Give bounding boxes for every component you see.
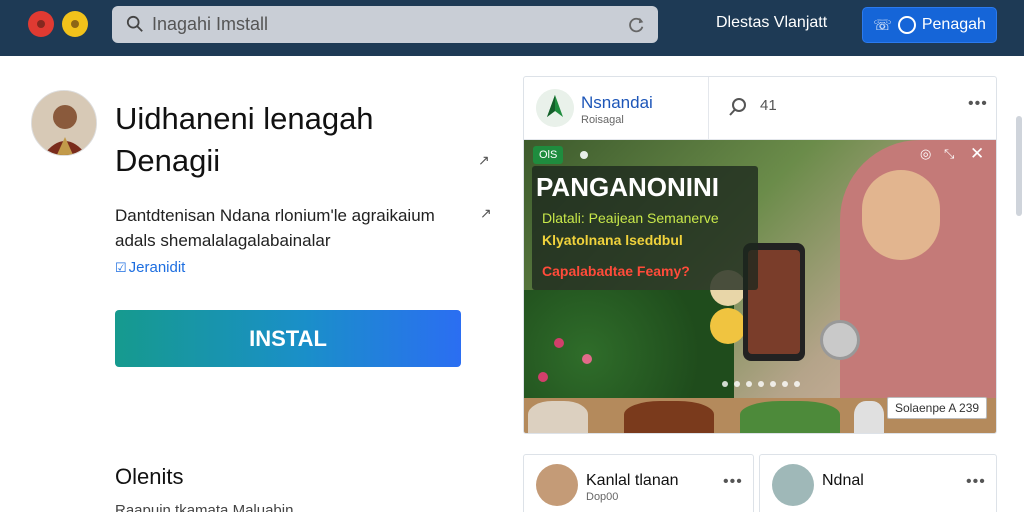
post-header: Nsnandai Roisagal 41 ••• [524,77,996,140]
more-options-icon[interactable]: ••• [968,95,988,113]
more-link-label: Jeranidit [128,259,186,276]
carousel-dots[interactable] [722,381,800,387]
app-avatar [31,90,97,156]
close-window-icon[interactable] [28,11,54,37]
brand-logo-icon [536,89,574,127]
promo-line: Capalabadtae Feamy? [542,263,690,279]
top-bar: Dlestas Vlanjatt ☏ Penagah [0,0,1024,56]
post-card: Nsnandai Roisagal 41 ••• PANGANONINI Dla… [523,76,997,434]
install-button[interactable]: INSTAL [115,310,461,367]
brand-subtitle: Roisagal [581,114,624,126]
search-icon [126,15,143,32]
profile-card[interactable]: Kanlal tlanan Dop00 ••• [523,454,754,512]
profile-name: Ndnal [822,472,864,489]
result-count: 41 [760,97,777,114]
promo-line: Klyatolnana lseddbul [542,232,683,248]
expand-icon[interactable]: ⤡ [944,146,954,162]
media-tag: OlS [533,146,564,164]
divider [708,77,709,140]
profile-name: Kanlal tlanan [586,472,679,489]
avatar [772,464,814,506]
brand-name[interactable]: Nsnandai [581,93,653,113]
scrollbar[interactable] [1016,116,1022,216]
promo-line: Dlatali: Peaijean Semanerve [542,210,719,226]
image-caption: Solaenpe A 239 [887,397,987,419]
reload-icon[interactable] [628,16,646,34]
search-icon[interactable] [728,97,748,117]
profile-card[interactable]: Ndnal ••• [759,454,997,512]
profile-subtitle: Dop00 [586,491,619,503]
section-subtitle: Raapujn tkamata Maluabin [115,502,294,512]
more-options-icon[interactable]: ••• [966,473,986,491]
top-action-button[interactable]: ☏ Penagah [862,7,997,43]
share-icon[interactable]: ↗ [478,152,490,169]
camera-icon[interactable]: ◎ [920,146,931,162]
search-input[interactable] [152,6,622,43]
checkbox-icon: ☑ [115,259,127,275]
face-illustration [862,170,940,260]
more-link[interactable]: ☑ Jeranidit [115,259,185,276]
close-icon[interactable]: ✕ [970,144,984,164]
app-title: Uidhaneni lenagah Denagii [115,101,374,178]
post-image[interactable]: PANGANONINI Dlatali: Peaijean Semanerve … [524,140,996,398]
phone-icon: ☏ [873,17,892,34]
top-nav-link[interactable]: Dlestas Vlanjatt [716,14,827,32]
search-bar [112,6,658,43]
avatar [536,464,578,506]
edit-icon[interactable]: ↗ [480,205,492,222]
section-title: Olenits [115,464,184,489]
globe-icon [897,16,916,34]
app-description: Dantdtenisan Ndana rlonium'le agraikaium… [115,206,435,250]
promo-title: PANGANONINI [536,172,719,202]
media-dot-icon [580,151,588,159]
minimize-window-icon[interactable] [62,11,88,37]
more-options-icon[interactable]: ••• [723,473,743,491]
top-action-label: Penagah [921,16,986,33]
